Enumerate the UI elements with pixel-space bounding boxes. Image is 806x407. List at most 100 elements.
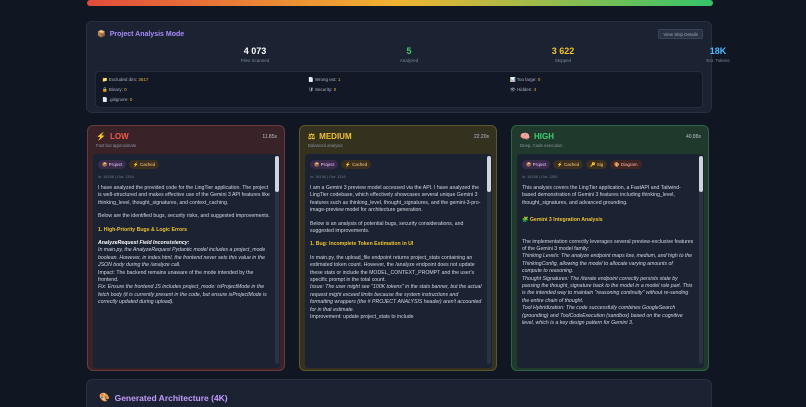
- stats-row: 4 073 Files Scanned 5 Analyzed 3 622 Ski…: [87, 46, 730, 66]
- architecture-title-text: Generated Architecture (4K): [114, 392, 228, 403]
- stat-label: Files Scanned: [240, 58, 270, 63]
- column-title: ⚖ MEDIUM: [308, 132, 352, 141]
- detail-value: 4: [533, 87, 537, 92]
- section-heading: 1. Bug: Incomplete Token Estimation in U…: [310, 241, 414, 248]
- paragraph: The implementation correctly leverages s…: [522, 238, 694, 253]
- balance-icon: ⚖: [308, 132, 316, 141]
- chip-project: 📦 Project: [310, 160, 339, 169]
- stat-label: Analyzed: [399, 58, 419, 63]
- bullet-title: AnalyzeRequest Field Inconsistency:: [98, 240, 190, 247]
- token-meta: In: 18198 | Out: 1280: [522, 175, 558, 179]
- detail-security: 🛡 Security: 0: [308, 87, 337, 92]
- column-header: ⚖ MEDIUM Balanced analysis 22.20s: [300, 126, 496, 154]
- scrollbar[interactable]: [699, 156, 703, 364]
- scrollbar-thumb[interactable]: [487, 156, 491, 192]
- detail-wrong-ext: 📄 Wrong ext: 1: [308, 77, 341, 82]
- panel-title: 📦 Project Analysis Mode: [97, 30, 185, 39]
- detail-value: 0: [129, 97, 133, 102]
- stat-skipped: 3 622 Skipped: [523, 46, 603, 63]
- view-skip-details-button[interactable]: View Skip Details: [658, 29, 703, 39]
- column-header: ⚡ LOW Fast but approximate 11.85s: [88, 126, 284, 154]
- paragraph: In main.py, the AnalyzeRequest Pydantic …: [98, 247, 266, 269]
- detail-label: Security:: [314, 87, 333, 92]
- detail-value: 3617: [138, 77, 149, 82]
- column-title-text: MEDIUM: [319, 132, 352, 141]
- column-time: 22.20s: [473, 134, 489, 140]
- chip-row: 📦 Project ⚡ Cached 🔑 Sig 🎨 Diagram: [522, 160, 642, 169]
- column-body: 📦 Project ⚡ Cached In: 18198 | Out: 1316…: [305, 154, 492, 368]
- detail-hidden: 👁 Hidden: 4: [510, 87, 537, 92]
- detail-too-large: 📊 Too large: 0: [510, 77, 541, 82]
- paragraph: Improvement: update project_stats to inc…: [310, 314, 414, 321]
- section-heading: 1. High-Priority Bugs & Logic Errors: [98, 226, 188, 233]
- column-title: ⚡ LOW: [96, 132, 129, 141]
- chip-cached: ⚡ Cached: [129, 160, 160, 169]
- column-header: 🧠 HIGH Deep, Code execution 40.88s: [512, 126, 708, 154]
- panel-title-text: Project Analysis Mode: [109, 30, 185, 38]
- chip-signature: 🔑 Sig: [586, 160, 608, 169]
- skip-details-box: 📁 Excluded dirs: 3617 📄 Wrong ext: 1 📊 T…: [95, 71, 703, 108]
- chip-diagram: 🎨 Diagram: [610, 160, 642, 169]
- paragraph: Tool Hybridization: The code successfull…: [522, 305, 683, 327]
- detail-label: Wrong ext:: [314, 77, 337, 82]
- token-meta: In: 18198 | Out: 1316: [310, 175, 346, 179]
- paragraph: Fix: Ensure the frontend JS includes pro…: [98, 284, 267, 306]
- lightning-icon: ⚡: [96, 132, 106, 141]
- package-icon: 📦: [97, 31, 106, 38]
- paragraph: I am a Gemini 3 preview model accessed v…: [310, 185, 481, 214]
- paragraph: Below is an analysis of potential bugs, …: [310, 220, 464, 235]
- stat-value: 5: [406, 46, 412, 56]
- chip-row: 📦 Project ⚡ Cached: [310, 160, 372, 169]
- column-body: 📦 Project ⚡ Cached 🔑 Sig 🎨 Diagram In: 1…: [517, 154, 704, 368]
- column-time: 40.88s: [685, 134, 701, 140]
- chip-project: 📦 Project: [98, 160, 127, 169]
- detail-label: .gitignore:: [108, 97, 129, 102]
- chip-project: 📦 Project: [522, 160, 551, 169]
- paragraph: Issue: The user might see "100K tokens" …: [310, 284, 482, 313]
- scrollbar[interactable]: [487, 156, 491, 364]
- column-subtitle: Fast but approximate: [96, 143, 137, 148]
- analysis-text: This analysis covers the LingTier applic…: [522, 185, 694, 334]
- stat-files-scanned: 4 073 Files Scanned: [215, 46, 295, 63]
- progress-gradient-bar: [87, 0, 713, 6]
- paragraph: I have analyzed the provided code for th…: [98, 185, 270, 206]
- chip-cached: ⚡ Cached: [341, 160, 372, 169]
- column-low: ⚡ LOW Fast but approximate 11.85s 📦 Proj…: [87, 125, 285, 371]
- stat-est-tokens: 18K Est. Tokens: [678, 46, 758, 63]
- brain-icon: 🧠: [520, 132, 530, 141]
- scrollbar[interactable]: [275, 156, 279, 364]
- column-subtitle: Deep, Code execution: [520, 143, 563, 148]
- scrollbar-thumb[interactable]: [699, 156, 703, 192]
- detail-excluded-dirs: 📁 Excluded dirs: 3617: [102, 77, 149, 82]
- detail-label: Binary:: [108, 87, 123, 92]
- chip-cached: ⚡ Cached: [553, 160, 584, 169]
- stat-analyzed: 5 Analyzed: [369, 46, 449, 63]
- scrollbar-thumb[interactable]: [275, 156, 279, 192]
- column-title-text: HIGH: [533, 132, 554, 141]
- stat-value: 18K: [709, 46, 727, 56]
- column-body: 📦 Project ⚡ Cached In: 18198 | Out: 1316…: [93, 154, 280, 368]
- paragraph: Thought Signatures: The /iterate endpoin…: [522, 275, 693, 304]
- column-medium: ⚖ MEDIUM Balanced analysis 22.20s 📦 Proj…: [299, 125, 497, 371]
- stat-label: Est. Tokens: [706, 58, 730, 63]
- column-time: 11.85s: [262, 134, 277, 140]
- stat-value: 3 622: [551, 46, 575, 56]
- paragraph: This analysis covers the LingTier applic…: [522, 185, 681, 206]
- analysis-text: I have analyzed the provided code for th…: [98, 185, 270, 313]
- detail-label: Too large:: [516, 77, 537, 82]
- paragraph: Thinking Levels: The analyze endpoint ma…: [522, 253, 693, 275]
- paragraph: Below are the identified bugs, security …: [98, 213, 270, 220]
- palette-icon: 🎨: [99, 392, 110, 402]
- detail-value: 0: [537, 77, 541, 82]
- column-title-text: LOW: [109, 132, 129, 141]
- detail-label: Hidden:: [516, 87, 533, 92]
- generated-architecture-panel: 🎨 Generated Architecture (4K): [86, 379, 712, 407]
- column-high: 🧠 HIGH Deep, Code execution 40.88s 📦 Pro…: [511, 125, 709, 371]
- detail-label: Excluded dirs:: [108, 77, 138, 82]
- paragraph: Impact: The backend remains unaware of t…: [98, 269, 254, 284]
- detail-value: 1: [337, 77, 341, 82]
- token-meta: In: 18198 | Out: 1316: [98, 175, 134, 179]
- stat-label: Skipped: [554, 58, 572, 63]
- detail-value: 0: [333, 87, 337, 92]
- detail-value: 0: [124, 87, 127, 92]
